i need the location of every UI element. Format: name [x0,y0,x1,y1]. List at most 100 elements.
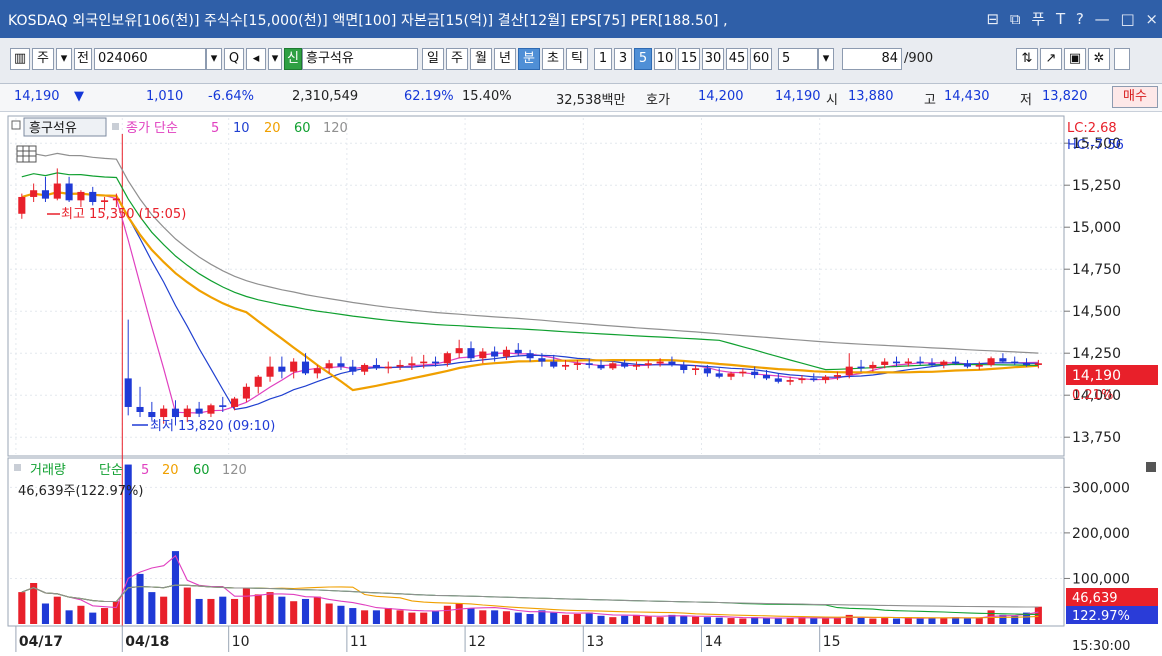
volume-bar [845,614,853,624]
interval-30[interactable]: 30 [702,48,724,70]
x-axis-label: 10 [232,634,250,650]
period-year[interactable]: 년 [494,48,516,70]
period-tick[interactable]: 틱 [566,48,588,70]
candle-body [573,363,581,365]
period-minute[interactable]: 분 [518,48,540,70]
search-icon[interactable]: Q [224,48,244,70]
volume-bar [313,596,321,624]
volume-bar [491,610,499,624]
hoga-label: 호가 [646,93,670,108]
volume-bar [301,598,310,624]
candle-body [1034,363,1042,365]
candle-body [337,363,345,367]
volume-bar [231,598,239,624]
interval-3[interactable]: 3 [614,48,632,70]
custom-interval-input[interactable]: 5 [778,48,818,70]
buy-button[interactable]: 매수 [1112,86,1158,108]
restore-icon[interactable]: ⊟ [987,10,1000,28]
maximize-icon[interactable]: □ [1120,10,1134,28]
interval-10[interactable]: 10 [654,48,676,70]
volume-bar [833,618,841,624]
count-total: /900 [904,51,934,66]
pin-icon[interactable]: 푸 [1031,8,1045,29]
sel-label[interactable]: 전 [74,48,92,70]
chart-area: 15,500 15,250 15,000 14,750 14,500 14,250 14,0… [0,114,1162,656]
save-icon[interactable]: ▣ [1064,48,1086,70]
period-second[interactable]: 초 [542,48,564,70]
candle-body [609,363,617,369]
volume-bar [408,612,416,624]
volume-bar [502,611,510,624]
legend-ma-20: 20 [264,121,281,136]
compare-icon[interactable]: ↗ [1040,48,1062,70]
volume-bar [396,610,404,624]
candle-body [254,376,262,387]
high-label: 고 [924,93,936,108]
volume-bar [892,618,901,624]
volume-panel-close-icon[interactable] [1146,462,1156,472]
prev-dropdown-icon[interactable]: ▾ [268,48,282,70]
mode-dropdown-icon[interactable]: ▾ [56,48,72,70]
interval-45[interactable]: 45 [726,48,748,70]
settings-icon[interactable]: ✲ [1088,48,1110,70]
count-input[interactable]: 84 [842,48,902,70]
candle-body [1011,361,1019,364]
interval-15[interactable]: 15 [678,48,700,70]
volume-bar [349,608,357,624]
open-label: 시 [826,93,838,108]
period-week[interactable]: 주 [446,48,468,70]
period-day[interactable]: 일 [422,48,444,70]
interval-60[interactable]: 60 [750,48,772,70]
price-axis-label: 13,750 [1072,430,1121,446]
help-icon[interactable]: ? [1076,10,1084,28]
stock-name-field[interactable]: 흥구석유 [302,48,418,70]
candle-body [372,364,380,369]
volume-bar [727,618,735,624]
interval-1[interactable]: 1 [594,48,612,70]
legend-ma-10: 10 [233,121,250,136]
candle-body [632,364,641,367]
mode-label[interactable]: 주 [32,48,54,70]
code-input[interactable]: 024060 [94,48,206,70]
minimize-icon[interactable]: — [1095,10,1110,28]
candle-body [585,363,593,365]
x-axis-label: 12 [468,634,486,650]
font-icon[interactable]: T [1056,10,1065,28]
chart-svg[interactable]: 15,50015,25015,00014,75014,50014,25014,0… [0,114,1162,656]
copy-icon[interactable]: ⧉ [1010,10,1021,28]
candle-body [963,363,971,367]
prev-stock-icon[interactable]: ◂ [246,48,266,70]
candle-body [786,380,794,382]
option-checkbox[interactable] [1114,48,1130,70]
candle-body [526,353,534,359]
table-icon[interactable] [16,145,37,163]
x-axis-label: 15 [823,634,841,650]
volume-bar [538,610,546,624]
candle-body [101,200,109,202]
candle-body [325,363,333,369]
legend-ma-120: 120 [323,121,348,136]
candle-body [53,183,61,199]
candle-body [845,366,853,376]
close-icon[interactable]: × [1145,10,1158,28]
quote-row: 14,190 ▼ 1,010 -6.64% 2,310,549 62.19% 1… [0,84,1162,112]
candle-body [431,361,440,364]
candle-body [928,363,936,365]
volume-bar [597,615,605,624]
custom-interval-dropdown-icon[interactable]: ▾ [818,48,834,70]
max-price-note: 최고 15,350 (15:05) [61,207,186,222]
interval-5[interactable]: 5 [634,48,652,70]
code-dropdown-icon[interactable]: ▾ [206,48,222,70]
candle-body [715,373,723,377]
period-month[interactable]: 월 [470,48,492,70]
candle-body [41,190,50,199]
indicator-icon[interactable]: ⇅ [1016,48,1038,70]
candle-body [443,353,451,364]
candle-body [987,358,995,365]
candle-body [301,361,310,374]
chart-type-icon[interactable]: ▥ [10,48,30,70]
candle-body [77,191,85,201]
price-change: 1,010 [146,89,184,104]
volume-legend-ma: 단순 [99,463,123,478]
volume-bar [384,608,392,624]
